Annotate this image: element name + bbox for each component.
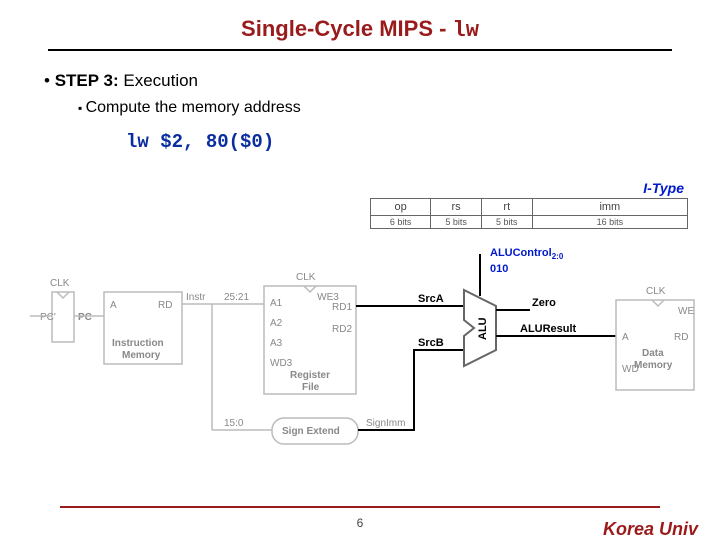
imem-a: A [110,300,117,311]
alu-name: ALU [477,317,489,340]
imem-l1: Instruction [112,338,164,349]
itype-field-rs: rs [431,199,482,216]
clk-pc: CLK [50,278,70,289]
dmem-we: WE [678,306,694,317]
footer-divider [60,506,660,508]
dmem-l2: Memory [634,360,673,371]
itype-field-imm: imm [532,199,687,216]
itype-label: I-Type [643,180,684,196]
datapath-diagram: PC' PC CLK A RD Instruction Memory Instr… [20,248,700,478]
signext-label: Sign Extend [282,426,340,437]
step-name: Execution [123,71,198,90]
title-divider [48,49,672,51]
instr-label: Instr [186,292,206,303]
itype-fields-row: op rs rt imm [371,199,688,216]
itype-field-op: op [371,199,431,216]
svg-text:Memory: Memory [634,360,673,371]
itype-fields-table: op rs rt imm 6 bits 5 bits 5 bits 16 bit… [370,198,688,229]
dmem-l1: Data [642,348,664,359]
footer-logo: Korea Univ [603,519,698,540]
pcprime-label: PC' [40,312,56,323]
srcA-label: SrcA [418,293,444,305]
signimm-label: SignImm [366,418,405,429]
rf-a1: A1 [270,298,283,309]
rf-rd2: RD2 [332,324,352,335]
svg-text:File: File [302,382,320,393]
itype-field-rt: rt [481,199,532,216]
rf-a2: A2 [270,318,283,329]
imem-l2: Memory [122,350,161,361]
svg-text:Memory: Memory [122,350,161,361]
svg-text:Instruction: Instruction [112,338,164,349]
itype-bits-imm: 16 bits [532,216,687,229]
zero-label: Zero [532,297,556,309]
itype-bits-op: 6 bits [371,216,431,229]
imem-rd: RD [158,300,172,311]
step-label: STEP 3: [55,71,119,90]
rf-wd3: WD3 [270,358,293,369]
aluctl-label: ALUControl2:0 [490,248,564,261]
slice-15-0: 15:0 [224,418,244,429]
svg-text:Data: Data [642,348,664,359]
itype-bits-rs: 5 bits [431,216,482,229]
aluresult-label: ALUResult [520,323,577,335]
clk-dmem: CLK [646,286,666,297]
dmem-a: A [622,332,629,343]
content-area: STEP 3: Execution Compute the memory add… [44,71,720,153]
title-code: lw [453,18,479,43]
instruction-code: lw $2, 80($0) [126,131,720,153]
slide-title: Single-Cycle MIPS - lw [0,16,720,43]
srcB-label: SrcB [418,337,444,349]
pc-label: PC [78,312,92,323]
itype-format: I-Type op rs rt imm 6 bits 5 bits 5 bits… [370,184,688,229]
rf-a3: A3 [270,338,283,349]
step-bullet: STEP 3: Execution [44,71,720,91]
aluctl-value: 010 [490,263,508,275]
rf-l1: Register [290,370,330,381]
slice-25-21: 25:21 [224,292,249,303]
itype-bits-rt: 5 bits [481,216,532,229]
title-prefix: Single-Cycle MIPS - [241,16,453,41]
clk-rf: CLK [296,272,316,283]
rf-l2: File [302,382,320,393]
subpoint: Compute the memory address [78,99,720,117]
itype-bits-row: 6 bits 5 bits 5 bits 16 bits [371,216,688,229]
dmem-rd: RD [674,332,688,343]
rf-rd1: RD1 [332,302,352,313]
svg-text:Register: Register [290,370,330,381]
